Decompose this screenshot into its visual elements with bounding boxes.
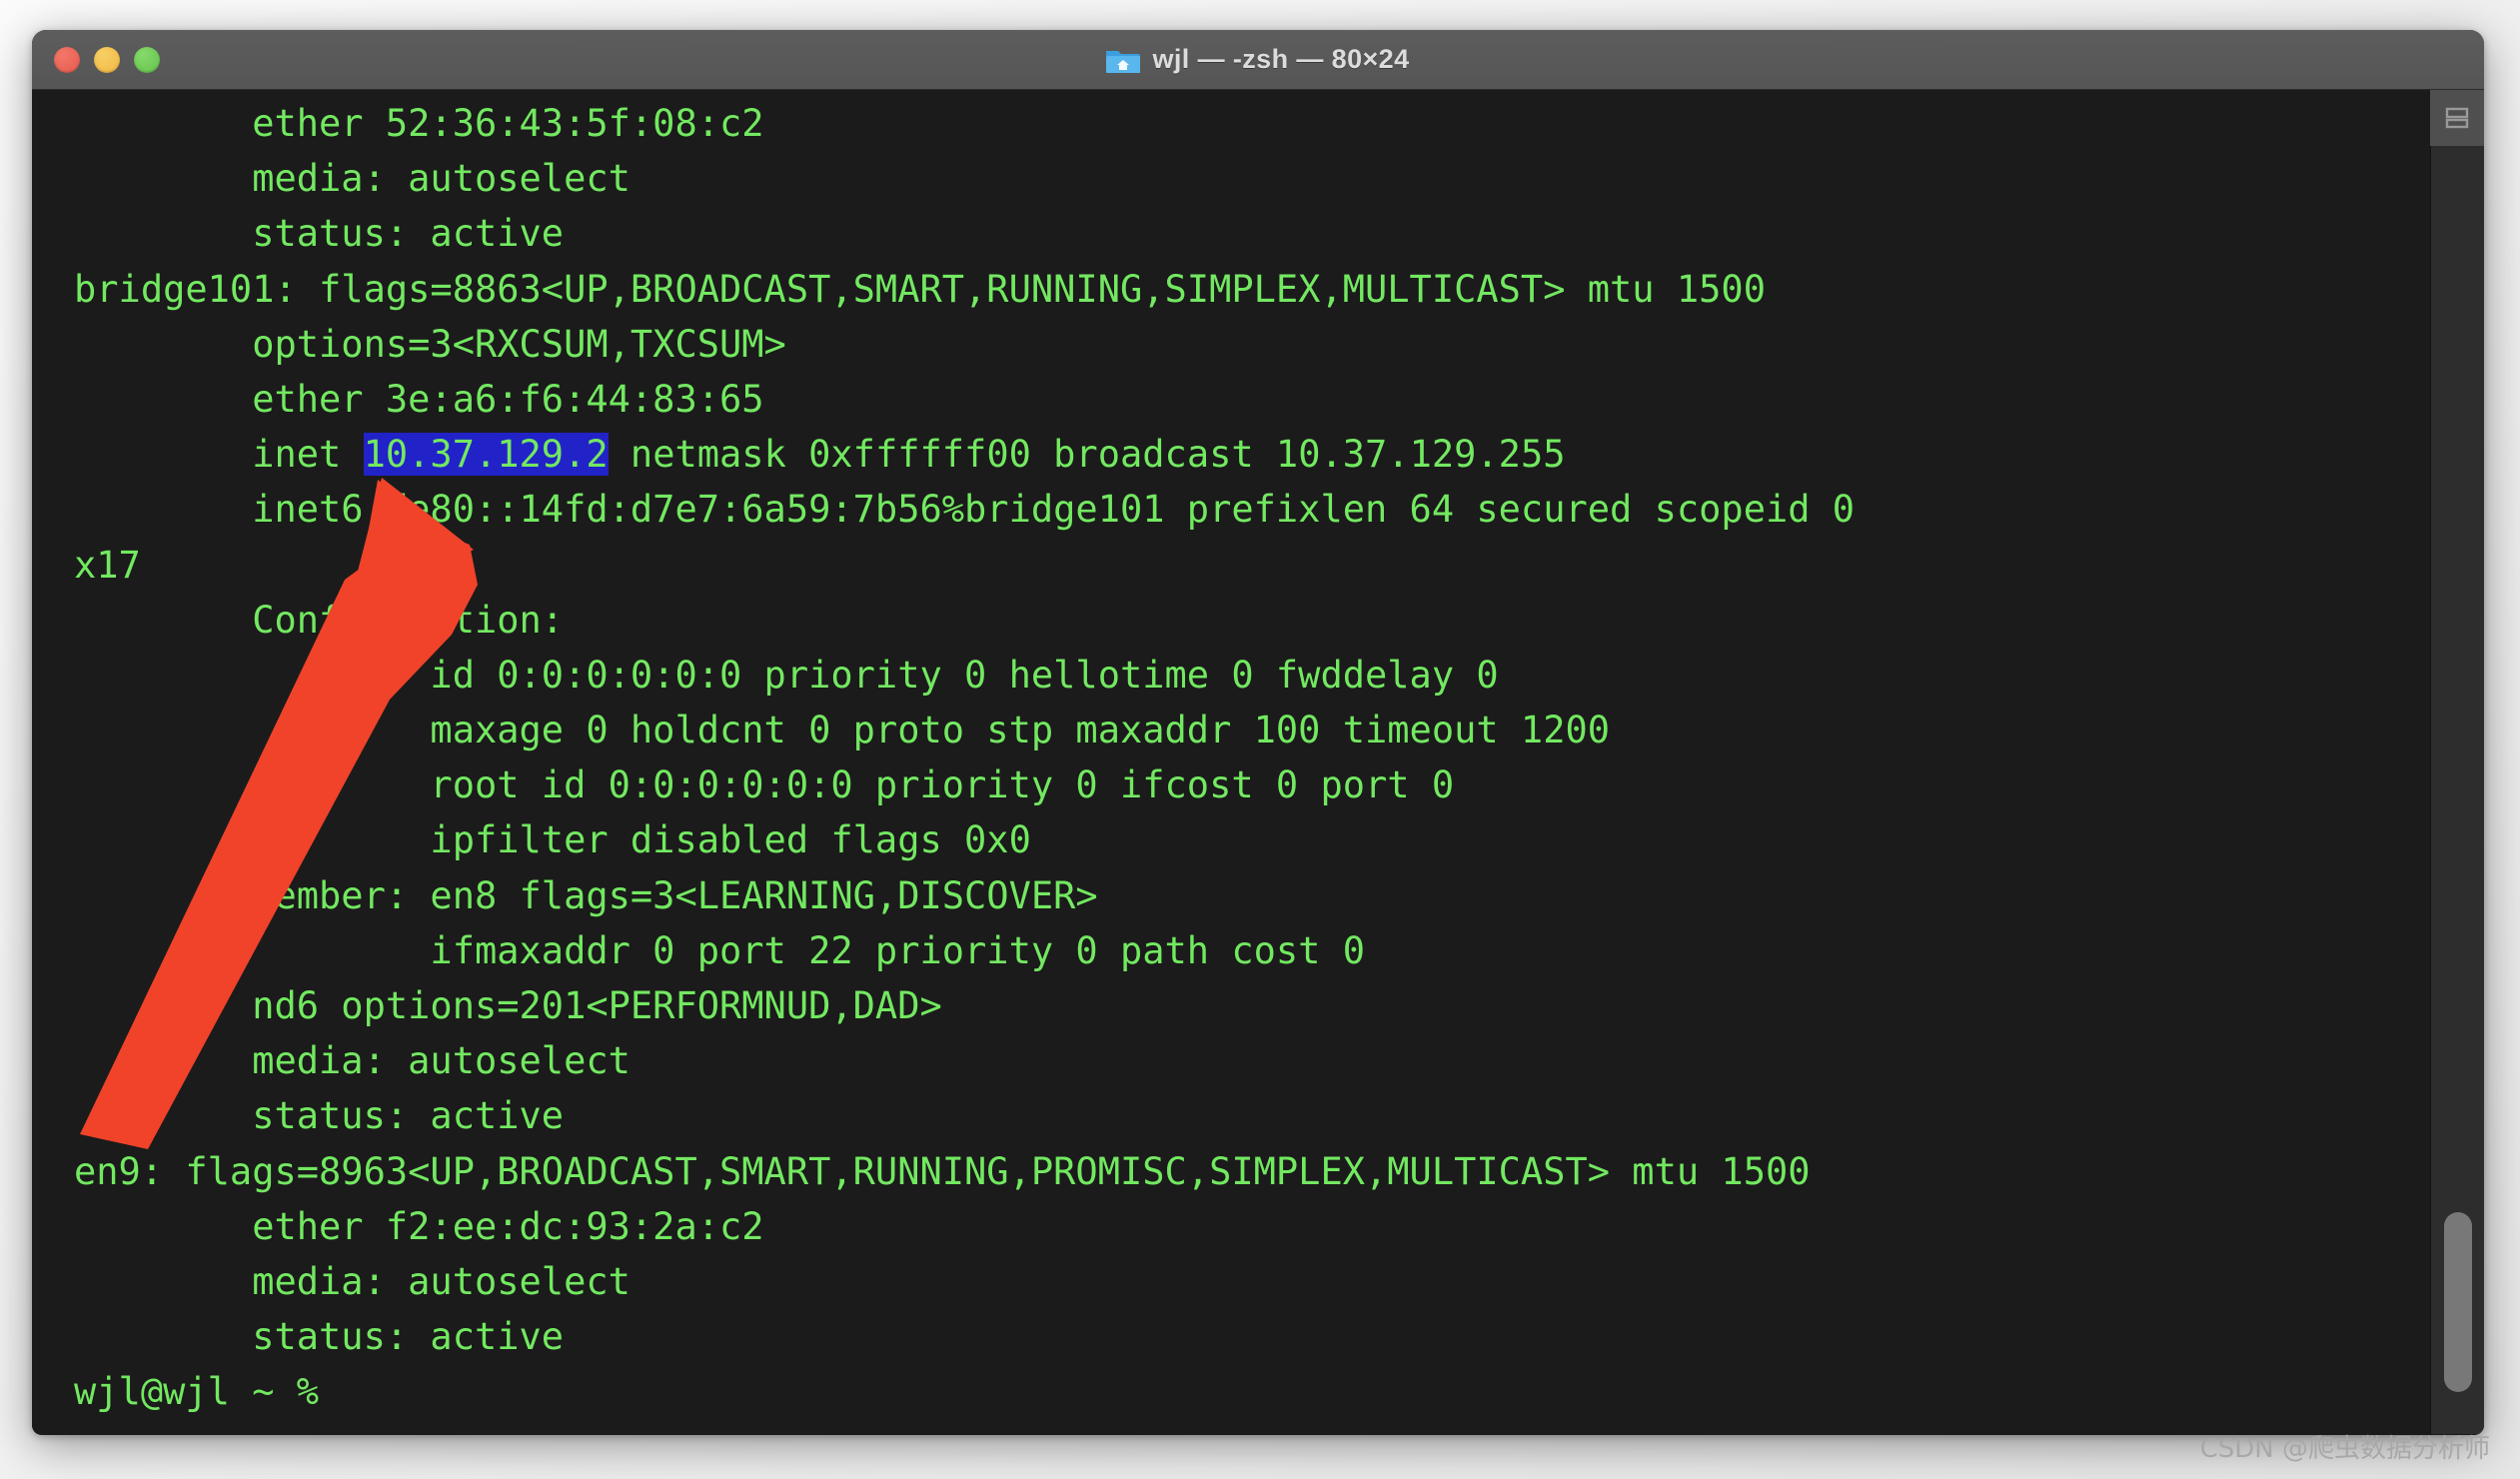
maximize-button[interactable]: [134, 47, 160, 73]
split-pane-glyph: [2444, 105, 2470, 131]
terminal-scrollbar[interactable]: [2430, 90, 2484, 1434]
selected-ip-address[interactable]: 10.37.129.2: [364, 433, 609, 476]
terminal-line: inet6 fe80::14fd:d7e7:6a59:7b56%bridge10…: [32, 482, 2430, 537]
terminal-line: status: active: [32, 206, 2430, 261]
terminal-text: ether 52:36:43:5f:08:c2: [74, 102, 764, 145]
traffic-light-group: [54, 47, 160, 73]
screenshot-root: wjl — -zsh — 80×24 ether 52:36:43:5f:08:…: [0, 0, 2520, 1479]
terminal-line: status: active: [32, 1309, 2430, 1364]
terminal-line: ether f2:ee:dc:93:2a:c2: [32, 1199, 2430, 1254]
terminal-text: ipfilter disabled flags 0x0: [74, 818, 1031, 861]
window-titlebar[interactable]: wjl — -zsh — 80×24: [32, 30, 2484, 90]
close-button[interactable]: [54, 47, 80, 73]
terminal-screen[interactable]: ether 52:36:43:5f:08:c2 media: autoselec…: [32, 90, 2430, 1420]
terminal-line: options=3<RXCSUM,TXCSUM>: [32, 317, 2430, 372]
terminal-body[interactable]: ether 52:36:43:5f:08:c2 media: autoselec…: [32, 90, 2484, 1434]
terminal-line: x17: [32, 538, 2430, 593]
terminal-text: status: active: [74, 1094, 564, 1137]
terminal-text: media: autoselect: [74, 1039, 630, 1082]
terminal-text: member: en8 flags=3<LEARNING,DISCOVER>: [74, 874, 1098, 917]
terminal-line: media: autoselect: [32, 151, 2430, 206]
terminal-text: root id 0:0:0:0:0:0 priority 0 ifcost 0 …: [74, 763, 1454, 806]
terminal-text: inet6 fe80::14fd:d7e7:6a59:7b56%bridge10…: [74, 488, 1855, 531]
terminal-line: inet 10.37.129.2 netmask 0xffffff00 broa…: [32, 427, 2430, 482]
terminal-window: wjl — -zsh — 80×24 ether 52:36:43:5f:08:…: [32, 30, 2484, 1435]
scrollbar-thumb[interactable]: [2444, 1212, 2472, 1392]
home-folder-icon: [1106, 46, 1140, 74]
terminal-text: options=3<RXCSUM,TXCSUM>: [74, 323, 786, 366]
terminal-text: media: autoselect: [74, 1260, 630, 1303]
terminal-text: inet: [74, 433, 364, 476]
terminal-line: id 0:0:0:0:0:0 priority 0 hellotime 0 fw…: [32, 648, 2430, 703]
terminal-line: media: autoselect: [32, 1033, 2430, 1088]
terminal-line: root id 0:0:0:0:0:0 priority 0 ifcost 0 …: [32, 757, 2430, 812]
terminal-line: ether 52:36:43:5f:08:c2: [32, 96, 2430, 151]
terminal-text: ether f2:ee:dc:93:2a:c2: [74, 1205, 764, 1248]
terminal-line: ifmaxaddr 0 port 22 priority 0 path cost…: [32, 923, 2430, 978]
terminal-text: nd6 options=201<PERFORMNUD,DAD>: [74, 984, 942, 1027]
terminal-text: en9: flags=8963<UP,BROADCAST,SMART,RUNNI…: [74, 1150, 1811, 1193]
terminal-line: media: autoselect: [32, 1254, 2430, 1309]
csdn-watermark: CSDN @爬虫数据分析师: [2200, 1428, 2490, 1465]
terminal-text: Configuration:: [74, 599, 564, 642]
terminal-text: netmask 0xffffff00 broadcast 10.37.129.2…: [609, 433, 1566, 476]
terminal-line: nd6 options=201<PERFORMNUD,DAD>: [32, 978, 2430, 1033]
window-title-group: wjl — -zsh — 80×24: [32, 30, 2484, 89]
terminal-line: maxage 0 holdcnt 0 proto stp maxaddr 100…: [32, 703, 2430, 757]
terminal-line: Configuration:: [32, 593, 2430, 648]
terminal-line: en9: flags=8963<UP,BROADCAST,SMART,RUNNI…: [32, 1144, 2430, 1199]
terminal-text: media: autoselect: [74, 157, 630, 200]
terminal-text: ether 3e:a6:f6:44:83:65: [74, 378, 764, 421]
window-title: wjl — -zsh — 80×24: [1152, 44, 1409, 75]
terminal-line: member: en8 flags=3<LEARNING,DISCOVER>: [32, 868, 2430, 923]
minimize-button[interactable]: [94, 47, 120, 73]
terminal-text: status: active: [74, 212, 564, 255]
terminal-line: bridge101: flags=8863<UP,BROADCAST,SMART…: [32, 262, 2430, 317]
terminal-text: x17: [74, 544, 141, 587]
terminal-text: wjl@wjl ~ %: [74, 1370, 319, 1413]
terminal-text: ifmaxaddr 0 port 22 priority 0 path cost…: [74, 929, 1365, 972]
terminal-line: status: active: [32, 1088, 2430, 1143]
terminal-text: maxage 0 holdcnt 0 proto stp maxaddr 100…: [74, 709, 1610, 751]
terminal-text: bridge101: flags=8863<UP,BROADCAST,SMART…: [74, 268, 1766, 311]
terminal-line: ether 3e:a6:f6:44:83:65: [32, 372, 2430, 427]
split-pane-icon[interactable]: [2430, 90, 2484, 146]
terminal-text: status: active: [74, 1315, 564, 1358]
terminal-line: wjl@wjl ~ %: [32, 1364, 2430, 1419]
terminal-text: id 0:0:0:0:0:0 priority 0 hellotime 0 fw…: [74, 654, 1499, 697]
terminal-line: ipfilter disabled flags 0x0: [32, 812, 2430, 867]
